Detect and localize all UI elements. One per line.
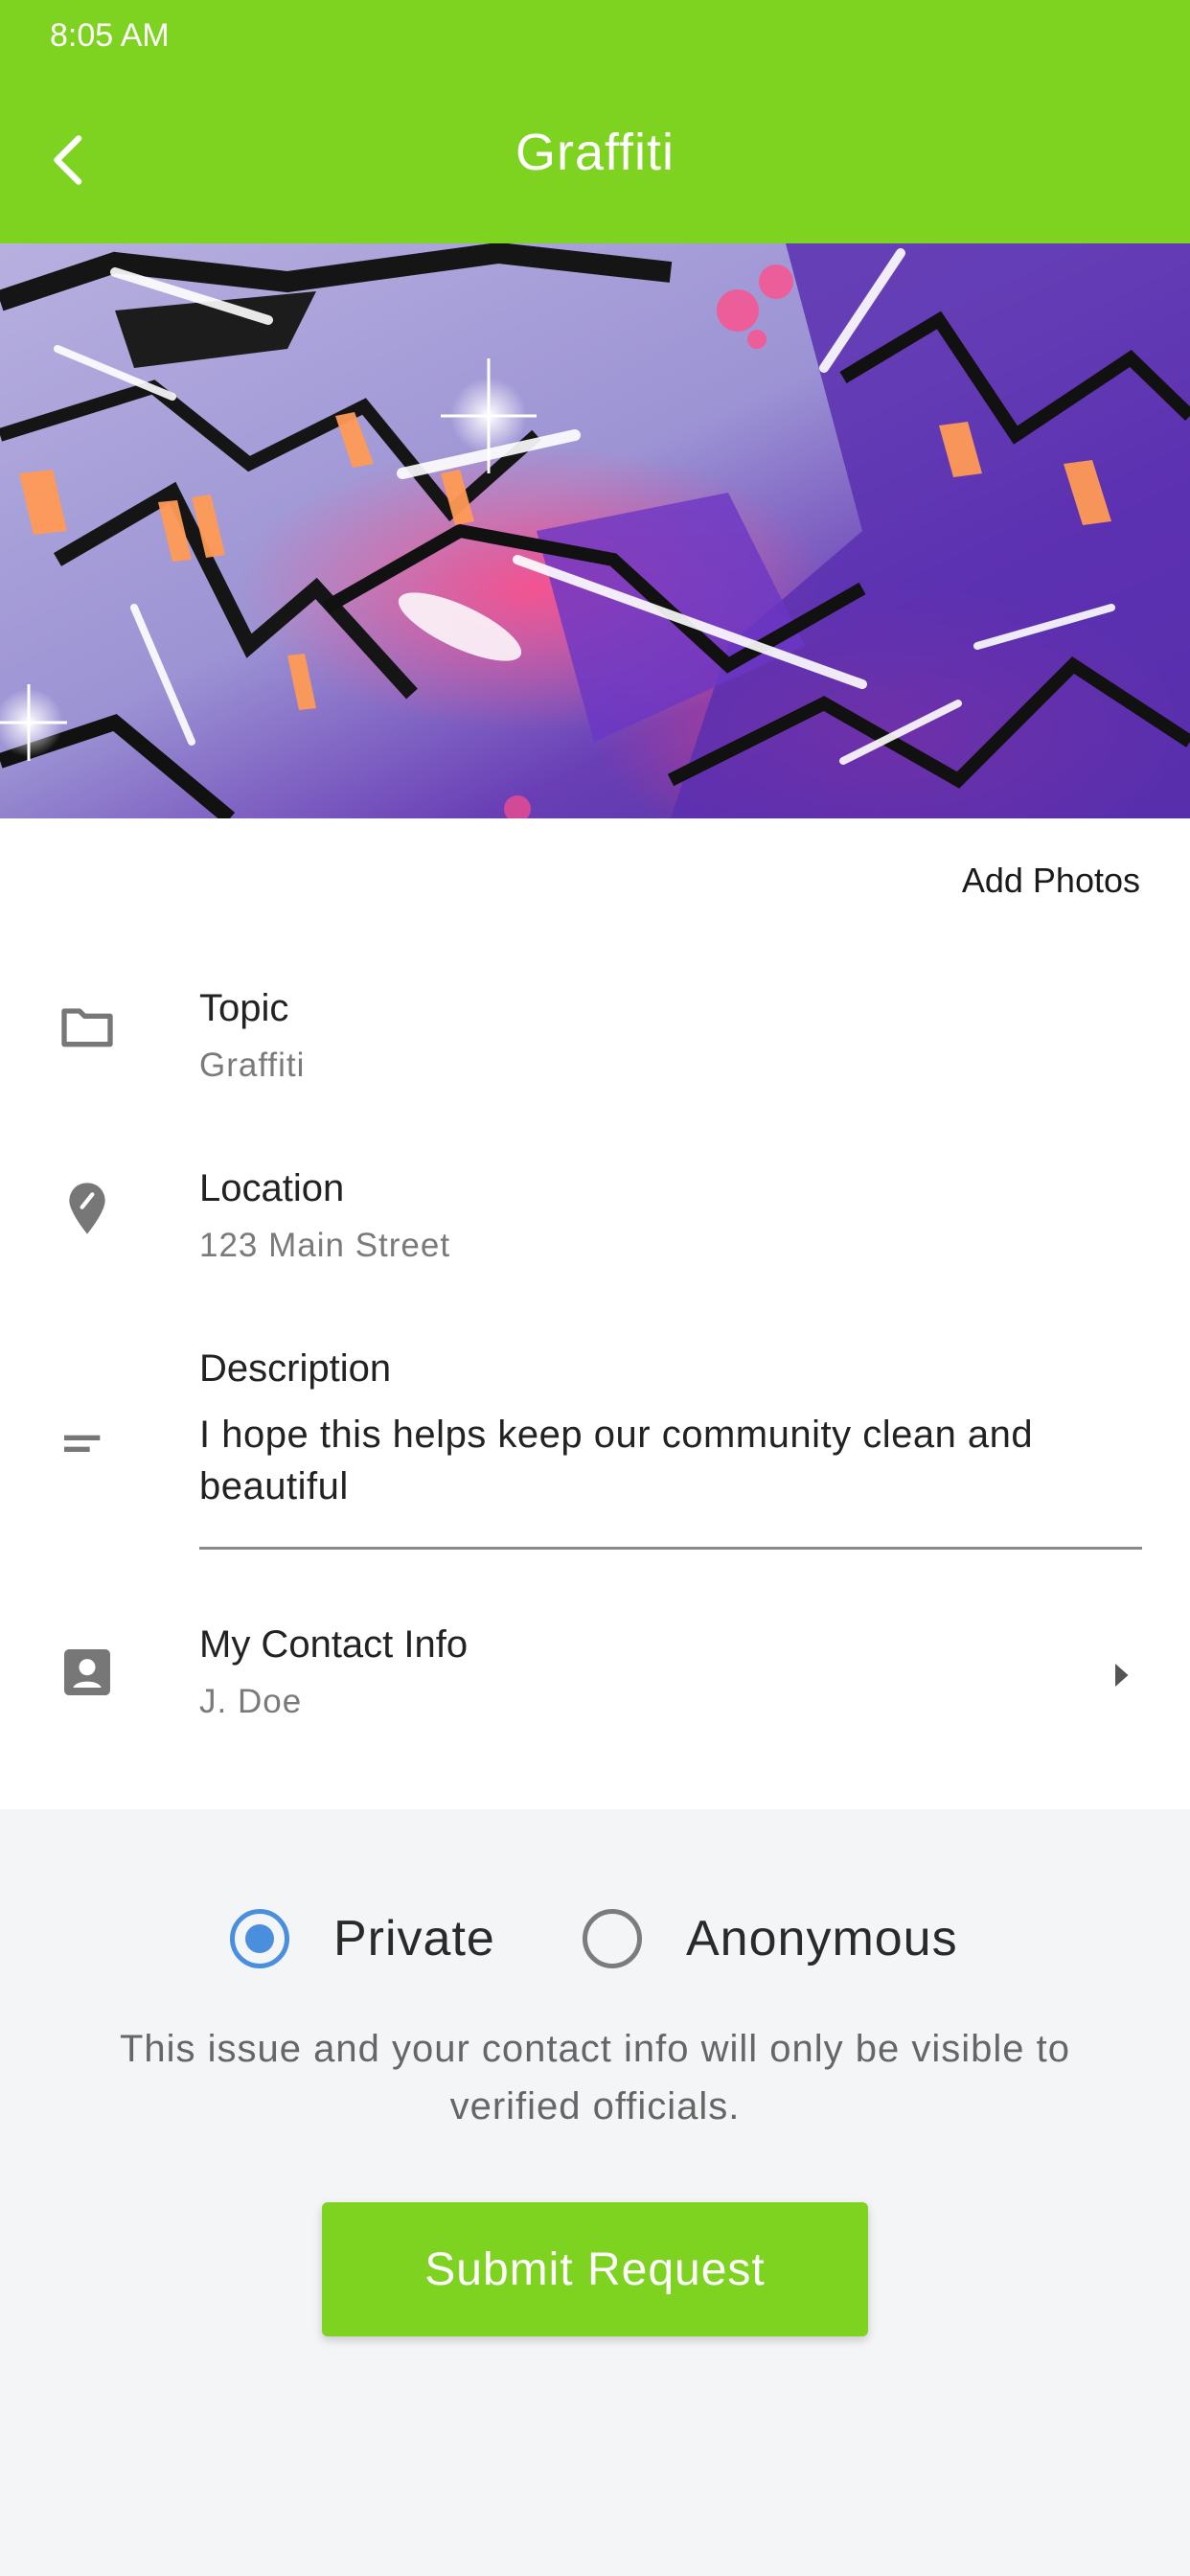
- short-text-icon: [54, 1411, 121, 1478]
- description-row: Description I hope this helps keep our c…: [0, 1334, 1190, 1602]
- contact-label: My Contact Info: [199, 1623, 469, 1666]
- radio-checked-icon: [230, 1909, 289, 1968]
- topic-row[interactable]: Topic Graffiti: [0, 974, 1190, 1117]
- privacy-section: Private Anonymous This issue and your co…: [0, 1809, 1190, 2576]
- chevron-right-icon: [1115, 1664, 1129, 1687]
- privacy-notice: This issue and your contact info will on…: [119, 2028, 1070, 2128]
- contact-info-row[interactable]: My Contact Info J. Doe: [0, 1610, 1190, 1754]
- folder-icon: [54, 993, 121, 1060]
- radio-unchecked-icon: [583, 1909, 642, 1968]
- hero-photo: [0, 243, 1190, 818]
- radio-anonymous[interactable]: Anonymous: [583, 1909, 958, 1968]
- contact-card-icon: [54, 1639, 121, 1706]
- topic-value: Graffiti: [199, 1046, 306, 1084]
- description-underline: [199, 1547, 1142, 1550]
- description-input[interactable]: I hope this helps keep our community cle…: [199, 1409, 1138, 1512]
- description-label: Description: [199, 1347, 392, 1390]
- location-value: 123 Main Street: [199, 1227, 451, 1264]
- radio-private-label: Private: [333, 1911, 495, 1966]
- graffiti-image: [0, 243, 1190, 818]
- location-row[interactable]: Location 123 Main Street: [0, 1154, 1190, 1298]
- location-pin-icon: [54, 1175, 121, 1242]
- status-time: 8:05 AM: [50, 17, 170, 54]
- location-label: Location: [199, 1167, 345, 1209]
- app-bar: 8:05 AM Graffiti: [0, 0, 1190, 243]
- topic-label: Topic: [199, 987, 289, 1029]
- page-title: Graffiti: [515, 124, 675, 181]
- submit-request-button[interactable]: Submit Request: [322, 2202, 868, 2336]
- radio-private[interactable]: Private: [230, 1909, 495, 1968]
- radio-anonymous-label: Anonymous: [686, 1911, 958, 1966]
- contact-value: J. Doe: [199, 1683, 303, 1720]
- request-form: Add Photos Topic Graffiti Location 123 M…: [0, 818, 1190, 1809]
- add-photos-button[interactable]: Add Photos: [962, 861, 1140, 901]
